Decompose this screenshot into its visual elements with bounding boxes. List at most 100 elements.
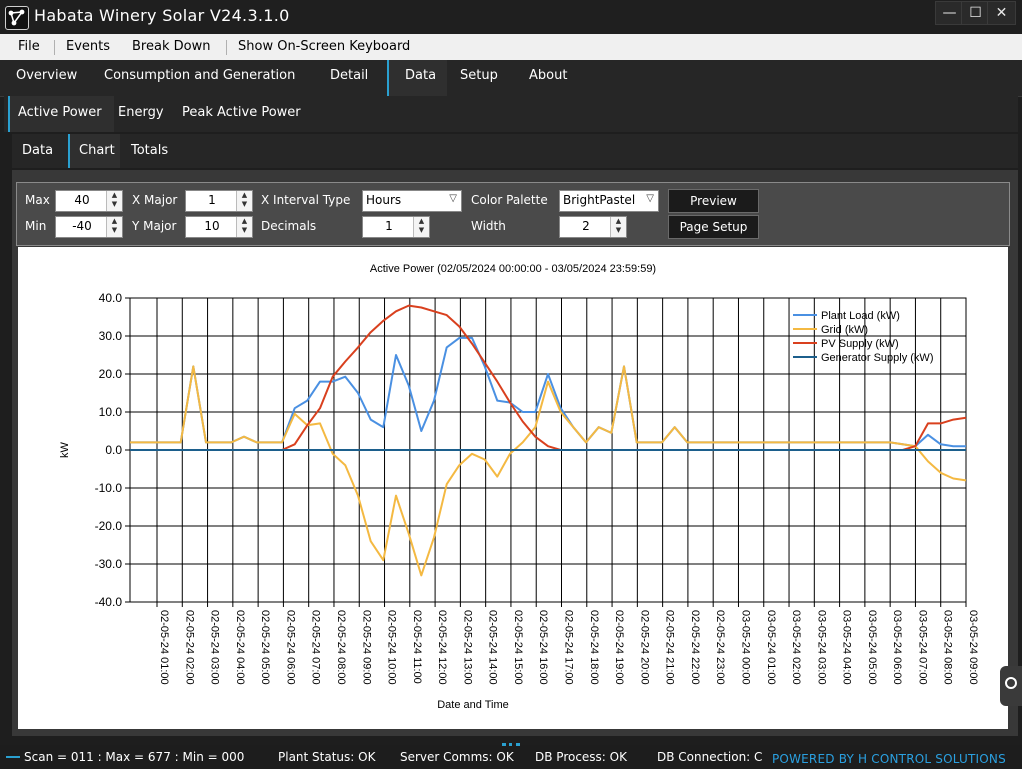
scan-status: Scan = 011 : Max = 677 : Min = 000 [24, 750, 245, 764]
legend-entry: Generator Supply (kW) [821, 352, 933, 364]
x-tick-label: 02-05-24 01:00 [158, 610, 170, 685]
chevron-down-icon: ▽ [646, 193, 654, 204]
tab-energy[interactable]: Energy [118, 96, 164, 132]
y-tick-label: 10.0 [99, 405, 123, 419]
x-tick-label: 02-05-24 14:00 [487, 610, 499, 685]
tab-detail[interactable]: Detail [330, 60, 368, 96]
x-tick-label: 03-05-24 04:00 [841, 610, 853, 685]
max-stepper[interactable]: 40 ▲ ▼ [55, 190, 123, 212]
legend-entry: Grid (kW) [821, 324, 868, 336]
decimals-stepper[interactable]: 1 ▲ ▼ [362, 216, 430, 238]
x-tick-label: 02-05-24 09:00 [360, 610, 372, 685]
width-label: Width [471, 219, 506, 233]
xmajor-label: X Major [132, 193, 178, 207]
chart-area: Active Power (02/05/2024 00:00:00 - 03/0… [18, 247, 1008, 729]
spin-arrows-icon[interactable]: ▲ ▼ [106, 217, 122, 237]
tab-overview[interactable]: Overview [16, 60, 77, 96]
max-value: 40 [74, 193, 90, 207]
side-panel-handle[interactable] [1000, 666, 1022, 706]
y-tick-label: 20.0 [99, 367, 123, 381]
resize-grip-icon[interactable] [502, 743, 520, 749]
menu-bar: File Events Break Down Show On-Screen Ke… [0, 34, 1022, 60]
x-tick-label: 02-05-24 22:00 [689, 610, 701, 685]
minimize-button[interactable]: — [935, 1, 964, 25]
chart-controls-panel: Max 40 ▲ ▼ Min -40 ▲ ▼ X Major 1 ▲ ▼ Y Majo… [16, 182, 1010, 246]
xmajor-value: 1 [208, 193, 216, 207]
xmajor-stepper[interactable]: 1 ▲ ▼ [185, 190, 253, 212]
spin-arrows-icon[interactable]: ▲ ▼ [413, 217, 429, 237]
xinterval-dropdown[interactable]: Hours ▽ [362, 190, 462, 212]
spin-arrows-icon[interactable]: ▲ ▼ [236, 217, 252, 237]
x-tick-label: 03-05-24 01:00 [765, 610, 777, 685]
menu-show-keyboard[interactable]: Show On-Screen Keyboard [238, 39, 410, 54]
x-tick-label: 02-05-24 17:00 [563, 610, 575, 685]
tab-view-data[interactable]: Data [22, 134, 53, 170]
x-tick-label: 02-05-24 06:00 [284, 610, 296, 685]
spin-arrows-icon[interactable]: ▲ ▼ [106, 191, 122, 211]
decimals-value: 1 [385, 219, 393, 233]
x-tick-label: 02-05-24 15:00 [512, 610, 524, 685]
tab-data[interactable]: Data [387, 60, 447, 96]
title-bar: Habata Winery Solar V24.3.1.0 — ☐ ✕ [0, 0, 1022, 34]
min-value: -40 [72, 219, 92, 233]
tab-about[interactable]: About [529, 60, 567, 96]
page-setup-button[interactable]: Page Setup [668, 215, 759, 239]
app-title: Habata Winery Solar V24.3.1.0 [34, 6, 290, 25]
x-tick-label: 03-05-24 05:00 [866, 610, 878, 685]
max-label: Max [25, 193, 50, 207]
x-tick-label: 02-05-24 02:00 [183, 610, 195, 685]
tab-view-chart[interactable]: Chart [68, 134, 120, 168]
chart-title: Active Power (02/05/2024 00:00:00 - 03/0… [370, 263, 656, 275]
xinterval-label: X Interval Type [261, 193, 351, 207]
y-tick-label: 40.0 [99, 291, 123, 305]
toggle-icon [1005, 677, 1017, 689]
x-tick-label: 02-05-24 07:00 [310, 610, 322, 685]
x-tick-label: 02-05-24 13:00 [461, 610, 473, 685]
x-tick-label: 02-05-24 16:00 [537, 610, 549, 685]
spin-arrows-icon[interactable]: ▲ ▼ [236, 191, 252, 211]
min-label: Min [25, 219, 47, 233]
plant-status: Plant Status: OK [278, 750, 376, 764]
x-tick-label: 03-05-24 09:00 [967, 610, 979, 685]
palette-value: BrightPastel [563, 193, 636, 207]
min-stepper[interactable]: -40 ▲ ▼ [55, 216, 123, 238]
app-logo-icon [5, 6, 29, 30]
sub-tab-bar: Active Power Energy Peak Active Power [4, 96, 1018, 132]
menu-events[interactable]: Events [66, 39, 110, 54]
chevron-down-icon: ▽ [449, 193, 457, 204]
y-tick-label: -40.0 [95, 595, 123, 609]
x-tick-label: 02-05-24 10:00 [386, 610, 398, 685]
legend-entry: PV Supply (kW) [821, 338, 899, 350]
status-indicator-icon [6, 756, 20, 758]
ymajor-stepper[interactable]: 10 ▲ ▼ [185, 216, 253, 238]
tab-setup[interactable]: Setup [460, 60, 498, 96]
y-tick-label: 0.0 [105, 443, 122, 457]
db-process-status: DB Process: OK [535, 750, 627, 764]
view-tab-bar: Data Chart Totals [12, 134, 1018, 168]
x-tick-label: 03-05-24 06:00 [891, 610, 903, 685]
width-stepper[interactable]: 2 ▲ ▼ [559, 216, 627, 238]
preview-button[interactable]: Preview [668, 189, 759, 213]
x-tick-label: 03-05-24 07:00 [916, 610, 928, 685]
x-tick-label: 02-05-24 23:00 [714, 610, 726, 685]
x-tick-label: 03-05-24 03:00 [815, 610, 827, 685]
close-button[interactable]: ✕ [987, 1, 1016, 25]
x-tick-label: 02-05-24 05:00 [259, 610, 271, 685]
width-value: 2 [582, 219, 590, 233]
maximize-button[interactable]: ☐ [961, 1, 990, 25]
y-tick-label: -20.0 [95, 519, 123, 533]
tab-peak-active-power[interactable]: Peak Active Power [182, 96, 301, 132]
menu-break-down[interactable]: Break Down [132, 39, 210, 54]
y-tick-label: 30.0 [99, 329, 123, 343]
palette-dropdown[interactable]: BrightPastel ▽ [559, 190, 659, 212]
tab-view-totals[interactable]: Totals [131, 134, 168, 170]
x-tick-label: 02-05-24 19:00 [613, 610, 625, 685]
decimals-label: Decimals [261, 219, 317, 233]
x-tick-label: 03-05-24 02:00 [790, 610, 802, 685]
spin-arrows-icon[interactable]: ▲ ▼ [610, 217, 626, 237]
tab-active-power[interactable]: Active Power [8, 96, 114, 132]
legend-entry: Plant Load (kW) [821, 310, 900, 322]
x-tick-label: 02-05-24 03:00 [209, 610, 221, 685]
menu-file[interactable]: File [18, 39, 40, 54]
tab-consumption-generation[interactable]: Consumption and Generation [104, 60, 295, 96]
